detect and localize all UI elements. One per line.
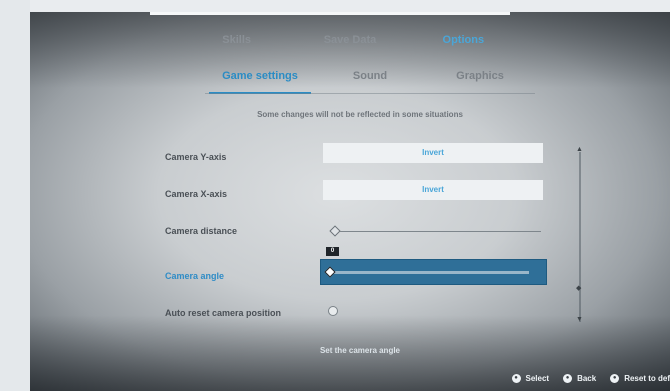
settings-list: Camera Y-axis Invert Camera X-axis Inver… bbox=[155, 140, 565, 333]
window-frame-left bbox=[0, 0, 30, 391]
setting-label: Camera angle bbox=[165, 271, 225, 281]
back-button-icon: ● bbox=[563, 374, 573, 383]
scroll-up-icon[interactable]: ▲ bbox=[576, 146, 583, 153]
setting-label: Camera X-axis bbox=[165, 189, 228, 199]
confirm-button-icon: ● bbox=[511, 374, 521, 383]
setting-label: Auto reset camera position bbox=[165, 308, 282, 318]
tab-save-data[interactable]: Save Data bbox=[293, 24, 406, 58]
setting-camera-angle[interactable]: Camera angle 0 bbox=[155, 247, 565, 296]
settings-notice: Some changes will not be reflected in so… bbox=[257, 110, 463, 119]
reset-button-icon: ● bbox=[610, 374, 620, 383]
camera-angle-slider[interactable] bbox=[320, 259, 547, 285]
top-edge-bar bbox=[150, 12, 510, 15]
setting-label: Camera distance bbox=[165, 226, 238, 236]
prompt-select-label: Select bbox=[525, 374, 550, 383]
prompt-back-label: Back bbox=[577, 374, 597, 383]
prompt-reset[interactable]: ● Reset to def bbox=[610, 374, 670, 383]
prompt-select[interactable]: ● Select bbox=[511, 374, 550, 383]
camera-distance-slider-track[interactable] bbox=[331, 231, 541, 232]
camera-x-axis-toggle[interactable]: Invert bbox=[323, 180, 543, 200]
setting-camera-distance[interactable]: Camera distance bbox=[155, 214, 565, 251]
camera-y-axis-toggle[interactable]: Invert bbox=[323, 143, 543, 163]
tab-graphics[interactable]: Graphics bbox=[425, 64, 535, 94]
main-tabs: Skills Save Data Options bbox=[180, 24, 520, 58]
camera-angle-slider-track[interactable] bbox=[333, 271, 529, 274]
prompt-reset-label: Reset to def bbox=[624, 374, 670, 383]
setting-camera-x-axis[interactable]: Camera X-axis Invert bbox=[155, 177, 565, 214]
camera-angle-slider-handle[interactable] bbox=[324, 266, 336, 278]
auto-reset-radio[interactable] bbox=[328, 306, 338, 316]
scroll-thumb-icon[interactable]: ◆ bbox=[576, 284, 581, 292]
camera-angle-value-badge: 0 bbox=[326, 247, 339, 256]
options-sub-tabs: Game settings Sound Graphics bbox=[205, 64, 535, 94]
setting-description: Set the camera angle bbox=[319, 346, 401, 355]
settings-scrollbar[interactable]: ▲ ◆ ▼ bbox=[576, 146, 583, 323]
setting-label: Camera Y-axis bbox=[165, 152, 227, 162]
prompt-back[interactable]: ● Back bbox=[563, 374, 596, 383]
sub-tab-divider bbox=[205, 93, 535, 94]
setting-auto-reset-camera[interactable]: Auto reset camera position bbox=[155, 296, 565, 333]
tab-game-settings[interactable]: Game settings bbox=[205, 64, 315, 94]
setting-camera-y-axis[interactable]: Camera Y-axis Invert bbox=[155, 140, 565, 177]
options-menu-panel: Skills Save Data Options Game settings S… bbox=[30, 12, 670, 391]
button-prompts: ● Select ● Back ● Reset to def bbox=[511, 374, 670, 383]
tab-options[interactable]: Options bbox=[407, 24, 520, 58]
camera-distance-slider-handle[interactable] bbox=[329, 225, 341, 237]
scroll-down-icon[interactable]: ▼ bbox=[576, 316, 583, 323]
tab-skills[interactable]: Skills bbox=[180, 24, 293, 58]
tab-sound[interactable]: Sound bbox=[315, 64, 425, 94]
